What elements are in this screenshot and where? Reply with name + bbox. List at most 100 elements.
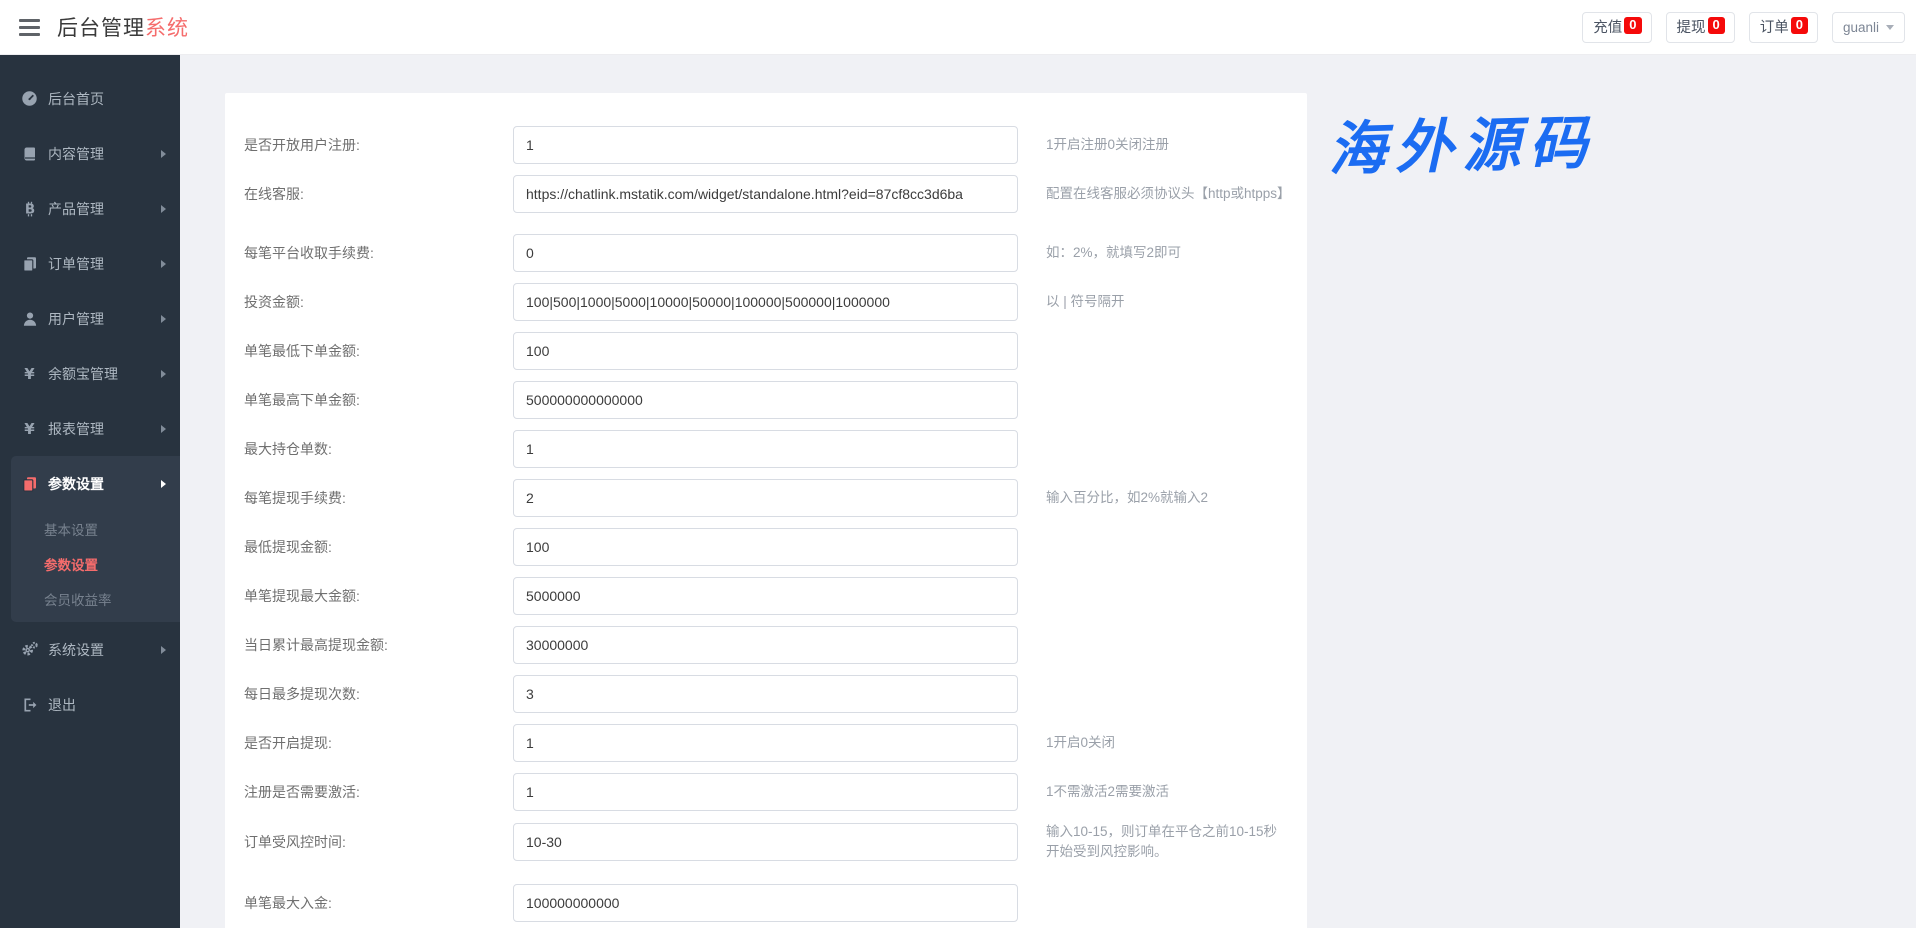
sidebar-subitem-basic-settings[interactable]: 基本设置 <box>11 511 180 546</box>
app-title-accent: 系统 <box>145 17 189 40</box>
form-row-label: 当日累计最高提现金额: <box>244 635 513 655</box>
sidebar-item-order[interactable]: 订单管理 <box>0 236 180 291</box>
order-button[interactable]: 订单0 <box>1749 12 1818 43</box>
chevron-right-icon <box>161 425 166 433</box>
bitcoin-icon: B <box>20 201 39 217</box>
sidebar-subitem-label: 参数设置 <box>44 554 98 574</box>
chevron-right-icon <box>161 315 166 323</box>
top-header: 后台管理系统 充值0提现0订单0 guanli <box>0 0 1916 55</box>
settings-form-card: 是否开放用户注册: 1开启注册0关闭注册在线客服:配置在线客服必须协议头【http… <box>225 93 1307 928</box>
chevron-right-icon <box>161 646 166 654</box>
user-icon <box>20 311 39 327</box>
form-row-label: 每日最多提现次数: <box>244 684 513 704</box>
book-icon <box>20 146 39 162</box>
sidebar-item-report[interactable]: ¥报表管理 <box>0 401 180 456</box>
chevron-right-icon <box>161 150 166 158</box>
form-row-hint: 如：2%，就填写2即可 <box>1046 243 1287 263</box>
form-row-label: 投资金额: <box>244 292 513 312</box>
form-row-label: 是否开放用户注册: <box>244 135 513 155</box>
form-input-2[interactable] <box>513 234 1018 272</box>
form-row-label: 在线客服: <box>244 184 513 204</box>
form-row: 最低提现金额: <box>244 528 1287 566</box>
svg-text:B: B <box>24 201 34 216</box>
form-input-14[interactable] <box>513 823 1018 861</box>
form-row: 最大持仓单数: <box>244 430 1287 468</box>
form-row-label: 单笔提现最大金额: <box>244 586 513 606</box>
form-row: 单笔提现最大金额: <box>244 577 1287 615</box>
app-title: 后台管理系统 <box>57 12 189 42</box>
form-row-hint: 输入10-15，则订单在平仓之前10-15秒开始受到风控影响。 <box>1046 822 1287 863</box>
count-badge: 0 <box>1624 17 1641 35</box>
form-input-5[interactable] <box>513 381 1018 419</box>
chip-label: 订单 <box>1760 16 1789 37</box>
sidebar-item-label: 用户管理 <box>48 309 104 329</box>
main-content: 海外源码 是否开放用户注册: 1开启注册0关闭注册在线客服:配置在线客服必须协议头… <box>180 55 1916 928</box>
form-row-label: 单笔最高下单金额: <box>244 390 513 410</box>
sidebar-item-home[interactable]: 后台首页 <box>0 71 180 126</box>
form-input-12[interactable] <box>513 724 1018 762</box>
form-row: 单笔最大入金: <box>244 884 1287 922</box>
form-input-1[interactable] <box>513 175 1018 213</box>
form-input-11[interactable] <box>513 675 1018 713</box>
sidebar-subitem-label: 会员收益率 <box>44 589 112 609</box>
sidebar-item-system[interactable]: 系统设置 <box>0 622 180 677</box>
sidebar-item-label: 订单管理 <box>48 254 104 274</box>
chip-label: 提现 <box>1677 16 1706 37</box>
sidebar-item-label: 参数设置 <box>48 474 104 494</box>
sidebar-subitem-member-yield[interactable]: 会员收益率 <box>11 581 180 616</box>
form-row-label: 每笔平台收取手续费: <box>244 243 513 263</box>
header-actions: 充值0提现0订单0 guanli <box>1582 12 1905 43</box>
form-row: 在线客服:配置在线客服必须协议头【http或htpps】 <box>244 175 1287 213</box>
sidebar-expanded-group: 参数设置基本设置参数设置会员收益率 <box>11 456 180 622</box>
sidebar-subitem-label: 基本设置 <box>44 519 98 539</box>
form-row-label: 是否开启提现: <box>244 733 513 753</box>
sidebar-item-label: 内容管理 <box>48 144 104 164</box>
signout-icon <box>20 697 39 713</box>
form-row: 单笔最低下单金额: <box>244 332 1287 370</box>
sidebar-item-user[interactable]: 用户管理 <box>0 291 180 346</box>
withdraw-button[interactable]: 提现0 <box>1666 12 1735 43</box>
sidebar-nav: 后台首页内容管理B产品管理订单管理用户管理¥余额宝管理¥报表管理参数设置基本设置… <box>0 55 180 928</box>
form-row-hint: 1不需激活2需要激活 <box>1046 782 1287 802</box>
form-row-label: 最大持仓单数: <box>244 439 513 459</box>
recharge-button[interactable]: 充值0 <box>1582 12 1651 43</box>
form-input-3[interactable] <box>513 283 1018 321</box>
sidebar-item-params[interactable]: 参数设置 <box>11 456 180 511</box>
chevron-right-icon <box>161 260 166 268</box>
form-input-7[interactable] <box>513 479 1018 517</box>
chevron-right-icon <box>161 205 166 213</box>
user-dropdown[interactable]: guanli <box>1832 12 1905 43</box>
chevron-right-icon <box>161 480 166 488</box>
sidebar-subitem-param-settings[interactable]: 参数设置 <box>11 546 180 581</box>
form-row: 每笔平台收取手续费: 如：2%，就填写2即可 <box>244 234 1287 272</box>
username: guanli <box>1843 20 1879 35</box>
form-input-6[interactable] <box>513 430 1018 468</box>
form-input-0[interactable] <box>513 126 1018 164</box>
sidebar-item-product[interactable]: B产品管理 <box>0 181 180 236</box>
watermark-text: 海外源码 <box>1327 96 1597 187</box>
yen-icon: ¥ <box>20 365 39 383</box>
form-input-8[interactable] <box>513 528 1018 566</box>
count-badge: 0 <box>1708 17 1725 35</box>
gears-icon <box>20 641 39 658</box>
count-badge: 0 <box>1791 17 1808 35</box>
sidebar-item-content[interactable]: 内容管理 <box>0 126 180 181</box>
form-input-13[interactable] <box>513 773 1018 811</box>
form-row-label: 每笔提现手续费: <box>244 488 513 508</box>
form-input-15[interactable] <box>513 884 1018 922</box>
sidebar-item-label: 系统设置 <box>48 640 104 660</box>
form-row-hint: 以 | 符号隔开 <box>1046 292 1287 312</box>
form-input-9[interactable] <box>513 577 1018 615</box>
hamburger-menu-icon[interactable] <box>15 15 44 40</box>
form-row-label: 单笔最低下单金额: <box>244 341 513 361</box>
sidebar-item-yuebao[interactable]: ¥ 余额宝管理 <box>0 346 180 401</box>
form-row-hint: 1开启注册0关闭注册 <box>1046 135 1287 155</box>
sidebar-item-label: 余额宝管理 <box>48 364 118 384</box>
form-input-10[interactable] <box>513 626 1018 664</box>
form-row: 注册是否需要激活:1不需激活2需要激活 <box>244 773 1287 811</box>
form-row: 当日累计最高提现金额: <box>244 626 1287 664</box>
chip-label: 充值 <box>1593 16 1622 37</box>
sidebar-item-logout[interactable]: 退出 <box>0 677 180 732</box>
form-input-4[interactable] <box>513 332 1018 370</box>
chevron-down-icon <box>1886 25 1894 30</box>
